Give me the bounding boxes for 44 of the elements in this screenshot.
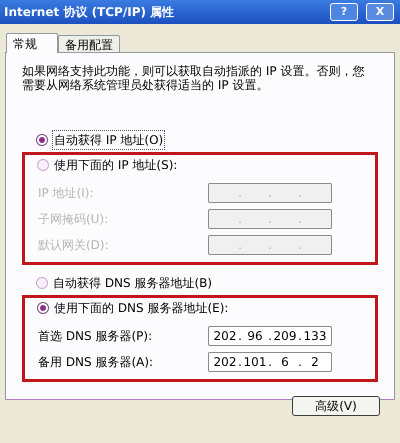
radio-label: 自动获得 DNS 服务器地址(B) bbox=[52, 275, 214, 292]
field-label: 默认网关(D): bbox=[38, 236, 109, 254]
advanced-button[interactable]: 高级(V) bbox=[292, 396, 380, 416]
octet-separator: . bbox=[267, 236, 273, 254]
octet-value: 6 bbox=[281, 354, 289, 370]
octet-separator: . bbox=[267, 184, 273, 202]
radio-button[interactable] bbox=[37, 159, 49, 171]
tab[interactable]: 备用配置 bbox=[58, 35, 120, 52]
radio-button[interactable] bbox=[36, 134, 48, 146]
octet-value: 202 bbox=[214, 328, 236, 344]
field-label: 备用 DNS 服务器(A): bbox=[38, 354, 154, 370]
radio-button[interactable] bbox=[36, 277, 48, 289]
octet-separator: . bbox=[267, 354, 273, 370]
octet-separator: . bbox=[237, 328, 243, 344]
octet-separator: . bbox=[297, 184, 303, 202]
octet-value: 133 bbox=[304, 328, 326, 344]
radio-button[interactable] bbox=[37, 302, 49, 314]
octet-separator: . bbox=[237, 210, 243, 228]
octet-separator: . bbox=[237, 184, 243, 202]
window-title: Internet 协议 (TCP/IP) 属性 bbox=[4, 4, 174, 21]
field-label: 子网掩码(U): bbox=[38, 210, 108, 228]
octet-value: 209 bbox=[274, 328, 296, 344]
octet-value: 101 bbox=[244, 354, 266, 370]
ip-address-field[interactable]: 202.101. 6 . 2 bbox=[208, 352, 332, 372]
octet-separator: . bbox=[297, 236, 303, 254]
description-text: 如果网络支持此功能，则可以获取自动指派的 IP 设置。否则，您需要从网络系统管理员处获得适当的 IP 设置。 bbox=[21, 63, 366, 92]
octet-separator: . bbox=[267, 328, 273, 344]
octet-separator: . bbox=[267, 210, 273, 228]
octet-value: 2 bbox=[311, 354, 319, 370]
ip-address-field[interactable]: 202. 96 .209.133 bbox=[208, 326, 332, 346]
octet-separator: . bbox=[297, 354, 303, 370]
radio-label: 自动获得 IP 地址(O) bbox=[52, 130, 166, 150]
octet-separator: . bbox=[237, 354, 243, 370]
octet-value: 202 bbox=[214, 354, 236, 370]
octet-value: 96 bbox=[247, 328, 263, 344]
field-label: 首选 DNS 服务器(P): bbox=[38, 328, 152, 344]
octet-separator: . bbox=[297, 328, 303, 344]
octet-separator: . bbox=[297, 210, 303, 228]
radio-label: 使用下面的 DNS 服务器地址(E): bbox=[53, 300, 230, 317]
octet-separator: . bbox=[237, 236, 243, 254]
tab[interactable]: 常规 bbox=[6, 33, 58, 53]
field-label: IP 地址(I): bbox=[38, 184, 94, 202]
radio-label: 使用下面的 IP 地址(S): bbox=[53, 157, 178, 174]
help-button[interactable]: ? bbox=[330, 3, 358, 21]
